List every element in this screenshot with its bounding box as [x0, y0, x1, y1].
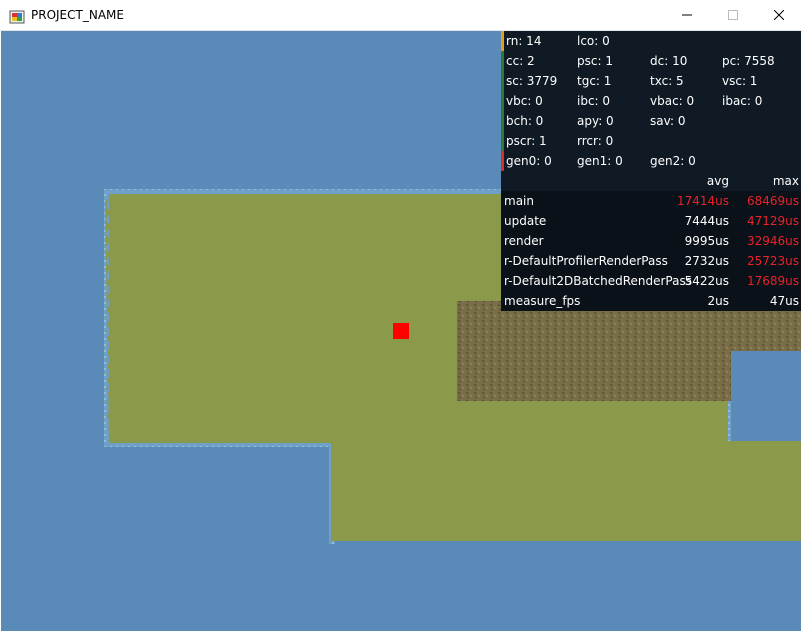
timing-avg: 2us — [707, 294, 730, 308]
stat-value: sav: 0 — [650, 114, 686, 128]
stat-value: pc: 7558 — [722, 54, 775, 68]
timing-avg: 7444us — [684, 214, 729, 228]
stat-row-indicator — [501, 111, 504, 131]
timing-row: main 17414us 68469us — [501, 191, 801, 211]
app-icon — [9, 10, 25, 24]
timing-name: measure_fps — [504, 294, 581, 308]
stat-value: ibc: 0 — [577, 94, 611, 108]
profiler-stats: rn: 14 lco: 0 cc: 2 psc: 1 dc: 10 pc: 7558 sc:… — [501, 31, 801, 171]
timing-avg: 5422us — [684, 274, 729, 288]
stat-value: bch: 0 — [506, 114, 544, 128]
timing-row: r-Default2DBatchedRenderPass 5422us 17689u… — [501, 271, 801, 291]
close-button[interactable] — [756, 0, 802, 30]
timing-max: 68469us — [746, 194, 799, 208]
stat-value: txc: 5 — [650, 74, 684, 88]
profiler-timings: avg max main 17414us 68469us update 7444us 47… — [501, 171, 801, 311]
timing-name: r-DefaultProfilerRenderPass — [504, 254, 668, 268]
stat-value: rrcr: 0 — [577, 134, 614, 148]
timing-name: update — [504, 214, 547, 228]
minimize-icon — [682, 14, 692, 16]
stat-row: rn: 14 lco: 0 — [501, 31, 801, 51]
game-viewport[interactable]: rn: 14 lco: 0 cc: 2 psc: 1 dc: 10 pc: 7558 sc:… — [1, 31, 801, 631]
stat-row: vbc: 0 ibc: 0 vbac: 0 ibac: 0 — [501, 91, 801, 111]
window-title: PROJECT_NAME — [31, 8, 124, 22]
stat-value: ibac: 0 — [722, 94, 763, 108]
stat-value: vsc: 1 — [722, 74, 758, 88]
timing-max: 47us — [769, 294, 799, 308]
stat-value: apy: 0 — [577, 114, 614, 128]
stat-value: gen0: 0 — [506, 154, 552, 168]
stat-value: pscr: 1 — [506, 134, 547, 148]
stat-row: gen0: 0 gen1: 0 gen2: 0 — [501, 151, 801, 171]
maximize-icon — [728, 10, 738, 20]
stat-value: rn: 14 — [506, 34, 542, 48]
stat-value: tgc: 1 — [577, 74, 612, 88]
close-icon — [774, 10, 784, 20]
timing-name: main — [504, 194, 534, 208]
timings-header-max: max — [772, 174, 799, 188]
timing-max: 32946us — [746, 234, 799, 248]
stat-value: lco: 0 — [577, 34, 610, 48]
stat-row: pscr: 1 rrcr: 0 — [501, 131, 801, 151]
timing-max: 47129us — [746, 214, 799, 228]
player-marker — [393, 323, 409, 339]
profiler-overlay: rn: 14 lco: 0 cc: 2 psc: 1 dc: 10 pc: 7558 sc:… — [501, 31, 801, 311]
stat-row-indicator — [501, 71, 504, 91]
stat-row-indicator — [501, 91, 504, 111]
timing-avg: 2732us — [684, 254, 729, 268]
title-bar[interactable]: PROJECT_NAME — [0, 0, 802, 31]
timing-row: render 9995us 32946us — [501, 231, 801, 251]
stat-value: gen1: 0 — [577, 154, 623, 168]
timing-row: r-DefaultProfilerRenderPass 2732us 25723us — [501, 251, 801, 271]
timing-name: render — [504, 234, 544, 248]
stat-row-indicator — [501, 131, 504, 151]
minimize-button[interactable] — [664, 0, 710, 30]
stat-row-indicator — [501, 51, 504, 71]
timings-header-avg: avg — [706, 174, 729, 188]
timing-name: r-Default2DBatchedRenderPass — [504, 274, 692, 288]
stat-row-indicator — [501, 31, 504, 51]
timing-avg: 17414us — [676, 194, 729, 208]
dirt-patch — [457, 301, 801, 401]
stat-row-indicator — [501, 151, 504, 171]
timing-max: 25723us — [746, 254, 799, 268]
stat-value: cc: 2 — [506, 54, 535, 68]
timings-header: avg max — [501, 171, 801, 191]
timing-max: 17689us — [746, 274, 799, 288]
stat-value: dc: 10 — [650, 54, 688, 68]
stat-value: gen2: 0 — [650, 154, 696, 168]
stat-value: vbac: 0 — [650, 94, 695, 108]
stat-row: bch: 0 apy: 0 sav: 0 — [501, 111, 801, 131]
timing-avg: 9995us — [684, 234, 729, 248]
timing-row: measure_fps 2us 47us — [501, 291, 801, 311]
maximize-button[interactable] — [710, 0, 756, 30]
stat-row: cc: 2 psc: 1 dc: 10 pc: 7558 — [501, 51, 801, 71]
stat-value: sc: 3779 — [506, 74, 558, 88]
timing-row: update 7444us 47129us — [501, 211, 801, 231]
stat-value: psc: 1 — [577, 54, 613, 68]
stat-row: sc: 3779 tgc: 1 txc: 5 vsc: 1 — [501, 71, 801, 91]
stat-value: vbc: 0 — [506, 94, 543, 108]
